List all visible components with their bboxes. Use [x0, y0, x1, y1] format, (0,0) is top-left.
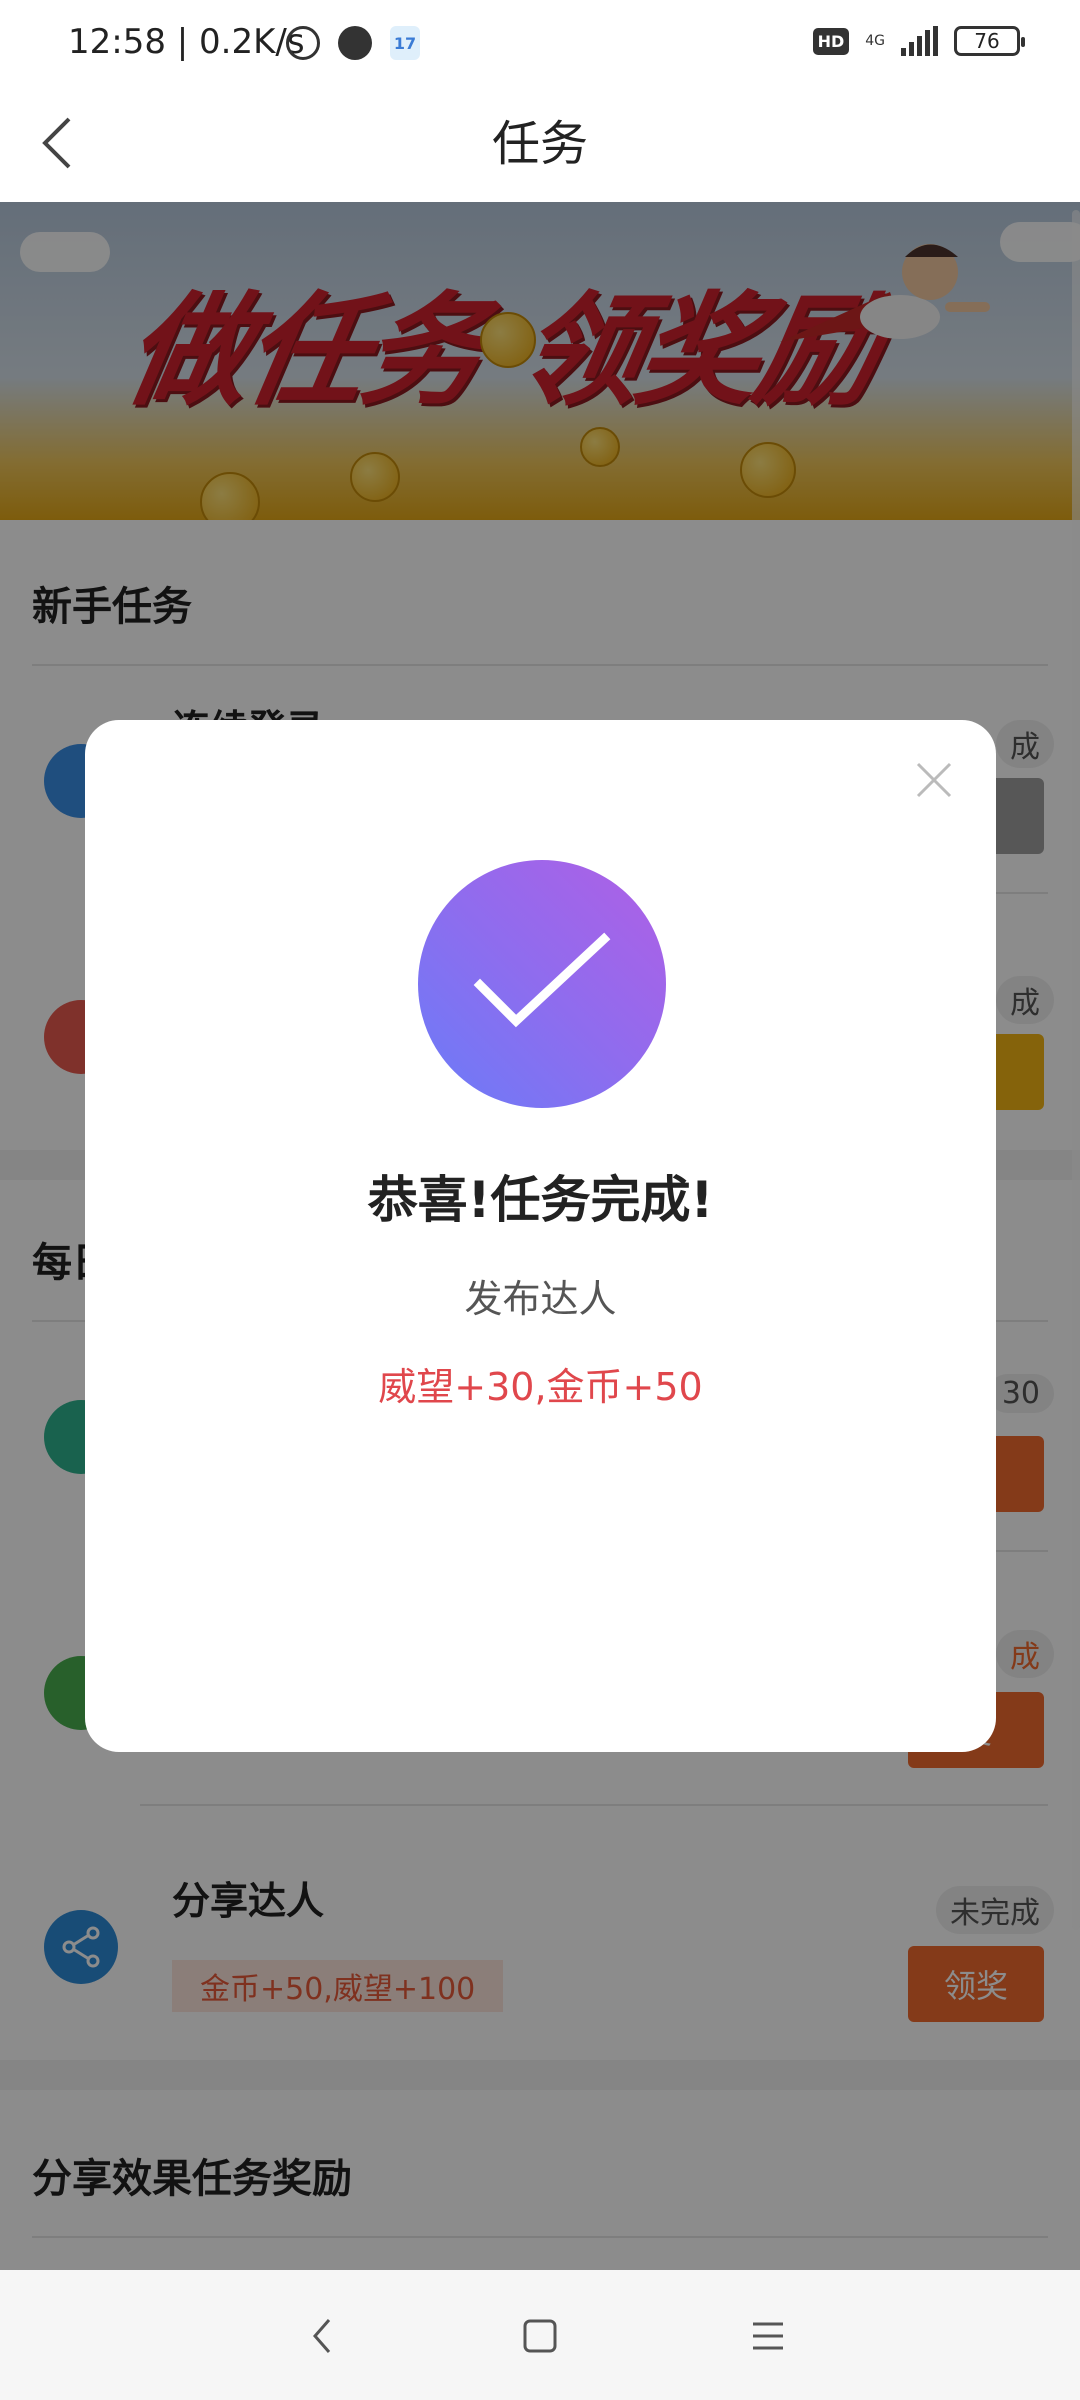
nav-home-button[interactable]	[510, 2306, 570, 2366]
close-button[interactable]	[912, 758, 956, 802]
nav-back-icon	[313, 2319, 331, 2353]
dialog-title: 恭喜!任务完成!	[367, 1171, 714, 1229]
nav-menu-icon	[753, 2322, 783, 2350]
signal-icon	[901, 26, 938, 56]
status-time: 12:58 | 0.2K/s	[68, 22, 305, 62]
status-left-icons: 17	[286, 26, 420, 60]
app-notification-icon	[338, 26, 372, 60]
task-complete-dialog: 恭喜!任务完成! 发布达人 威望+30,金币+50	[85, 720, 996, 1752]
nav-menu-button[interactable]	[738, 2306, 798, 2366]
system-nav-bar	[0, 2270, 1080, 2400]
nav-home-icon	[523, 2319, 557, 2353]
dialog-subtitle: 发布达人	[464, 1277, 617, 1321]
nav-back-button[interactable]	[292, 2306, 352, 2366]
hd-icon: HD	[812, 27, 850, 55]
check-icon	[473, 932, 611, 1028]
title-bar: 任务	[0, 90, 1080, 202]
page-title: 任务	[491, 116, 588, 172]
calendar-icon: 17	[390, 26, 420, 60]
network-type: 4G	[865, 33, 885, 49]
status-bar: 12:58 | 0.2K/s 17 HD 4G 76	[0, 0, 1080, 90]
alarm-icon	[286, 26, 320, 60]
status-right-icons: HD 4G 76	[812, 26, 1025, 56]
scrollbar[interactable]	[1072, 210, 1080, 1930]
dialog-reward: 威望+30,金币+50	[378, 1365, 703, 1409]
success-badge	[418, 860, 666, 1108]
battery-icon: 76	[954, 26, 1025, 56]
close-icon	[916, 762, 952, 798]
